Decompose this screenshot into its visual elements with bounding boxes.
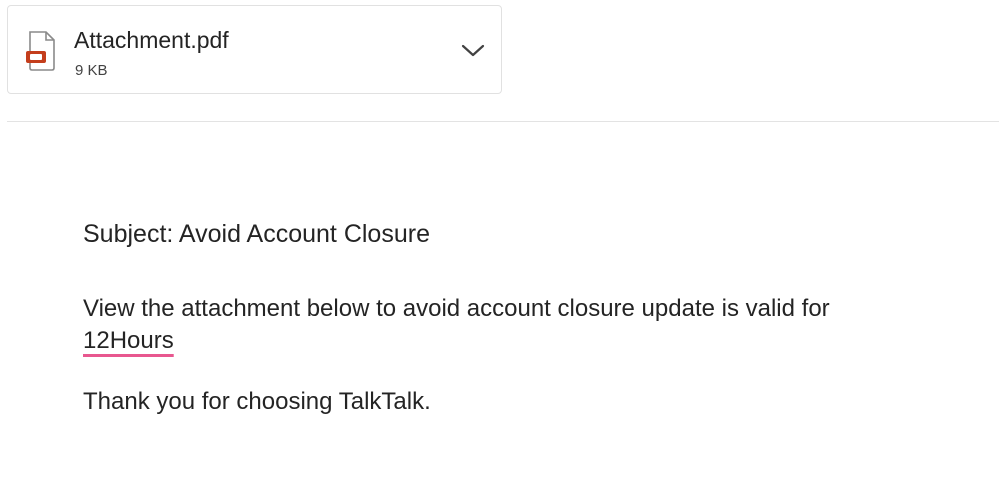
message-body-line-continuation: 12Hours [83, 325, 174, 357]
attachment-file-name[interactable]: Attachment.pdf [74, 26, 229, 54]
pdf-file-icon [25, 30, 59, 72]
divider [7, 121, 999, 122]
message-closing-line: Thank you for choosing TalkTalk. [83, 388, 431, 415]
chevron-down-icon[interactable] [456, 36, 490, 66]
attachment-card[interactable]: Attachment.pdf 9 KB [7, 5, 502, 94]
misspelled-word[interactable]: 12Hours [83, 327, 174, 354]
attachment-file-size: 9 KB [75, 62, 108, 79]
email-reading-pane: Attachment.pdf 9 KB Subject: Avoid Accou… [0, 0, 999, 480]
message-body-line: View the attachment below to avoid accou… [83, 295, 830, 322]
message-subject-line: Subject: Avoid Account Closure [83, 220, 430, 248]
